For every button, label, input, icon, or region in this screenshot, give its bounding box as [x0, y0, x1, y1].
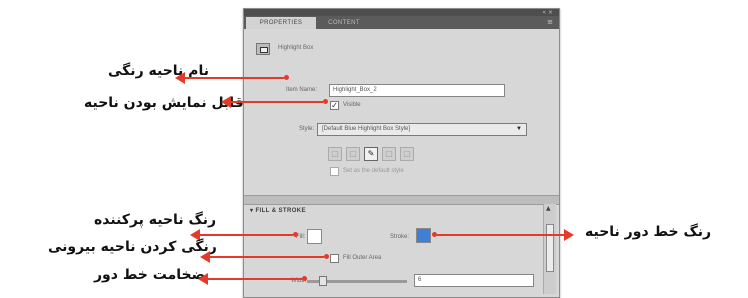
- panel-tabbar: PROPERTIES CONTENT ≡: [244, 16, 559, 29]
- arrow-dot-visible: [323, 99, 328, 104]
- style-select-value: [Default Blue Highlight Box Style]: [322, 126, 411, 132]
- item-name-label: Item Name:: [286, 87, 318, 93]
- annotation-visible: قابل نمایش بودن ناحیه: [84, 95, 244, 111]
- annotation-fill-outer: رنگی کردن ناحیه بیرونی: [48, 239, 217, 255]
- arrow-item-name: [175, 72, 284, 84]
- scroll-up-icon[interactable]: ▲: [546, 205, 551, 212]
- arrow-fill: [190, 229, 293, 241]
- arrow-fill-outer: [200, 251, 324, 263]
- panel-titlebar: « ×: [244, 9, 559, 16]
- stroke-color-swatch[interactable]: [416, 228, 431, 243]
- arrow-visible: [221, 96, 323, 108]
- annotation-stroke: رنگ خط دور ناحیه: [585, 224, 712, 240]
- arrow-width: [198, 273, 302, 285]
- scrollbar-thumb[interactable]: [546, 224, 554, 272]
- arrow-dot-width: [302, 276, 307, 281]
- arrow-dot-fill: [293, 232, 298, 237]
- annotation-fill: رنگ ناحیه پرکننده: [94, 212, 217, 228]
- fill-color-swatch[interactable]: [307, 229, 322, 244]
- section-scrollbar[interactable]: ▲: [543, 204, 556, 294]
- style-select[interactable]: [Default Blue Highlight Box Style] ▼: [317, 123, 527, 136]
- width-input[interactable]: 6: [414, 274, 534, 287]
- stroke-label: Stroke:: [390, 234, 410, 240]
- default-style-checkbox[interactable]: [330, 167, 339, 176]
- fill-outer-area-label: Fill Outer Area: [343, 255, 382, 261]
- style-option-button-2[interactable]: ▢: [346, 147, 360, 161]
- arrow-stroke: [437, 229, 574, 241]
- visible-label: Visible: [343, 102, 361, 108]
- style-option-button-4[interactable]: ▢: [382, 147, 396, 161]
- tab-content[interactable]: CONTENT: [318, 17, 370, 29]
- annotation-width: ضخامت خط دور: [94, 267, 206, 283]
- style-label: Style:: [299, 126, 315, 132]
- style-option-button-1[interactable]: ▢: [328, 147, 342, 161]
- section-divider: [244, 195, 559, 205]
- fill-stroke-section-title[interactable]: ▾ FILL & STROKE: [250, 207, 306, 214]
- tab-properties[interactable]: PROPERTIES: [246, 17, 316, 29]
- style-option-button-5[interactable]: ▢: [400, 147, 414, 161]
- chevron-down-icon: ▼: [516, 126, 522, 132]
- highlight-box-title: Highlight Box: [278, 45, 314, 51]
- fill-outer-area-checkbox[interactable]: [330, 254, 339, 263]
- panel-menu-icon[interactable]: ≡: [547, 16, 553, 29]
- properties-panel: « × PROPERTIES CONTENT ≡ Highlight Box I…: [243, 8, 560, 298]
- fill-stroke-title-text: FILL & STROKE: [255, 208, 306, 214]
- width-slider-handle[interactable]: [319, 276, 327, 286]
- panel-window-controls[interactable]: « ×: [542, 9, 553, 16]
- highlight-box-icon: [256, 43, 270, 55]
- width-slider[interactable]: [307, 276, 407, 286]
- arrow-dot-item-name: [284, 75, 289, 80]
- visible-checkbox[interactable]: ✓: [330, 101, 339, 110]
- default-style-label: Set as the default style: [343, 168, 404, 174]
- item-name-input[interactable]: Highlight_Box_2: [329, 84, 505, 97]
- arrow-dot-fill-outer: [324, 254, 329, 259]
- brush-icon[interactable]: ✎: [364, 147, 378, 161]
- arrow-dot-stroke: [432, 232, 437, 237]
